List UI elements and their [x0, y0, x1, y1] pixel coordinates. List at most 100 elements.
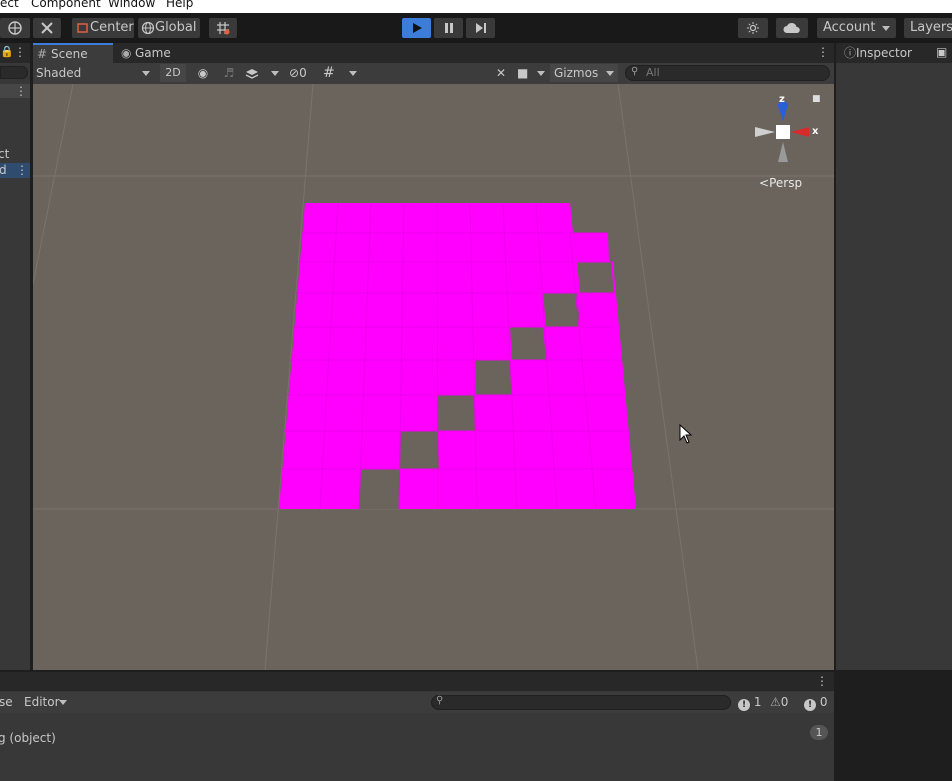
grid-snap-icon — [217, 21, 230, 34]
log-entry[interactable]: g (object) — [0, 731, 56, 745]
grid-snap-button[interactable] — [209, 18, 237, 38]
orientation-gizmo[interactable]: z x ■ <Persp — [751, 92, 831, 202]
space-toggle-button[interactable]: Global — [138, 18, 200, 38]
chevron-down-icon — [537, 71, 545, 76]
magenta-floor[interactable] — [279, 202, 636, 510]
gizmos-dropdown[interactable]: Gizmos — [550, 64, 618, 82]
play-button[interactable] — [402, 18, 431, 38]
mouse-cursor-icon — [679, 424, 693, 444]
chevron-down-icon — [59, 700, 67, 705]
console-panel: ⋮ se Editor ⚲ g (object) 1 — [0, 672, 834, 781]
warning-icon: ⚠ — [770, 695, 781, 709]
error-filter-toggle[interactable]: ! 0 — [804, 695, 827, 711]
kebab-menu-icon[interactable]: ⋮ — [16, 163, 28, 177]
rect-transform-icon — [8, 20, 22, 35]
lighting-toggle[interactable]: ◉ — [193, 64, 213, 82]
globe-icon — [141, 21, 155, 34]
tab-game[interactable]: ◉ Game — [117, 43, 187, 63]
maximize-icon[interactable]: ▣ — [936, 45, 947, 59]
search-icon: ⚲ — [436, 695, 444, 706]
shading-mode-dropdown[interactable]: Shaded — [33, 64, 154, 82]
play-icon — [412, 22, 422, 33]
speaker-icon: ♬ — [223, 66, 235, 80]
hidden-objects-toggle[interactable]: ⊘0 — [289, 64, 319, 82]
kebab-menu-icon[interactable]: ⋮ — [816, 674, 828, 688]
kebab-menu-icon[interactable]: ⋮ — [15, 84, 27, 98]
audio-toggle[interactable]: ♬ — [219, 64, 239, 82]
search-icon: ⚲ — [631, 66, 639, 77]
inspector-tabbar: ⓘ Inspector ▣ — [836, 43, 952, 63]
chevron-down-icon — [349, 71, 357, 76]
pause-button[interactable] — [434, 18, 463, 38]
services-button[interactable] — [738, 18, 768, 38]
log-collapse-count-badge: 1 — [810, 725, 828, 740]
collapse-button[interactable]: se — [0, 695, 13, 709]
console-search-input[interactable]: ⚲ — [431, 695, 731, 710]
chevron-down-icon — [882, 26, 890, 31]
menu-item-project[interactable]: ect — [0, 0, 19, 9]
editor-dropdown[interactable]: Editor — [21, 693, 69, 711]
camera-icon: ■ — [517, 66, 529, 80]
scene-search-input[interactable]: ⚲ All — [625, 65, 830, 81]
sun-icon — [747, 21, 759, 34]
menu-item-component[interactable]: Component — [31, 0, 101, 9]
pivot-icon — [77, 22, 88, 33]
scene-render[interactable] — [33, 84, 834, 670]
console-tabbar: ⋮ — [0, 672, 834, 691]
scene-toolbar: Shaded 2D ◉ ♬ ⊘0 # ✕ ■ Gizmos ⚲ All — [33, 63, 834, 84]
lock-icon[interactable]: ■ — [812, 94, 821, 104]
hierarchy-search[interactable] — [0, 66, 28, 79]
tab-inspector[interactable]: ⓘ Inspector — [840, 43, 932, 63]
chevron-down-icon — [271, 71, 279, 76]
hierarchy-item-selected[interactable]: d ⋮ — [0, 163, 30, 178]
axis-x-label: x — [812, 126, 819, 137]
main-toolbar: Center Global Account Layers — [0, 13, 952, 43]
lightbulb-icon: ◉ — [197, 66, 209, 80]
gamepad-icon: ◉ — [121, 46, 132, 60]
hierarchy-item[interactable]: ct — [0, 147, 9, 161]
kebab-menu-icon[interactable]: ⋮ — [14, 45, 26, 59]
camera-dropdown[interactable]: ■ — [517, 64, 549, 82]
transform-tool-button[interactable] — [0, 18, 30, 38]
warning-filter-toggle[interactable]: ⚠0 — [770, 695, 788, 709]
pause-icon — [444, 22, 453, 33]
account-label: Account — [823, 20, 876, 35]
space-label: Global — [155, 20, 197, 35]
toggle-2d-button[interactable]: 2D — [160, 64, 186, 82]
inspector-panel: ⓘ Inspector ▣ — [836, 43, 952, 670]
kebab-menu-icon[interactable]: ⋮ — [817, 45, 829, 59]
cloud-icon — [783, 22, 800, 33]
menu-bar: ect Component Window Help — [0, 0, 952, 13]
eye-slash-icon: ⊘ — [289, 66, 300, 80]
tools-overlay-toggle[interactable]: ✕ — [491, 64, 511, 82]
axis-gizmo-icon[interactable] — [751, 92, 831, 172]
hierarchy-panel: 🔒 ⋮ ⋮ ct d ⋮ — [0, 43, 30, 670]
scene-viewport[interactable]: z x ■ <Persp — [33, 84, 834, 670]
message-filter-toggle[interactable]: ! 1 — [738, 695, 761, 711]
custom-tool-button[interactable] — [33, 18, 61, 38]
tools-icon — [41, 21, 53, 34]
layers-dropdown[interactable]: Layers — [904, 18, 952, 38]
scene-panel-tabbar: # Scene ◉ Game ⋮ — [33, 43, 834, 63]
console-toolbar: se Editor ⚲ — [0, 692, 834, 713]
grid-dropdown[interactable]: # — [323, 64, 359, 82]
layers-label: Layers — [910, 20, 952, 35]
grid-icon: # — [323, 65, 335, 81]
tab-scene[interactable]: # Scene — [33, 43, 113, 63]
hierarchy-scene-header[interactable]: ⋮ — [0, 84, 30, 98]
pivot-label: Center — [90, 20, 134, 35]
projection-toggle[interactable]: <Persp — [759, 176, 802, 190]
layers-stack-icon — [245, 68, 259, 79]
account-dropdown[interactable]: Account — [817, 18, 896, 38]
chevron-down-icon — [606, 71, 614, 76]
menu-item-window[interactable]: Window — [108, 0, 155, 9]
menu-item-help[interactable]: Help — [166, 0, 193, 9]
chevron-down-icon — [142, 71, 150, 76]
pivot-toggle-button[interactable]: Center — [72, 18, 134, 38]
message-icon: ! — [738, 699, 750, 711]
effects-dropdown[interactable] — [245, 64, 281, 82]
lock-icon: 🔒 — [0, 45, 14, 58]
cloud-button[interactable] — [776, 18, 808, 38]
step-button[interactable] — [466, 18, 495, 38]
info-icon: ⓘ — [844, 46, 857, 60]
